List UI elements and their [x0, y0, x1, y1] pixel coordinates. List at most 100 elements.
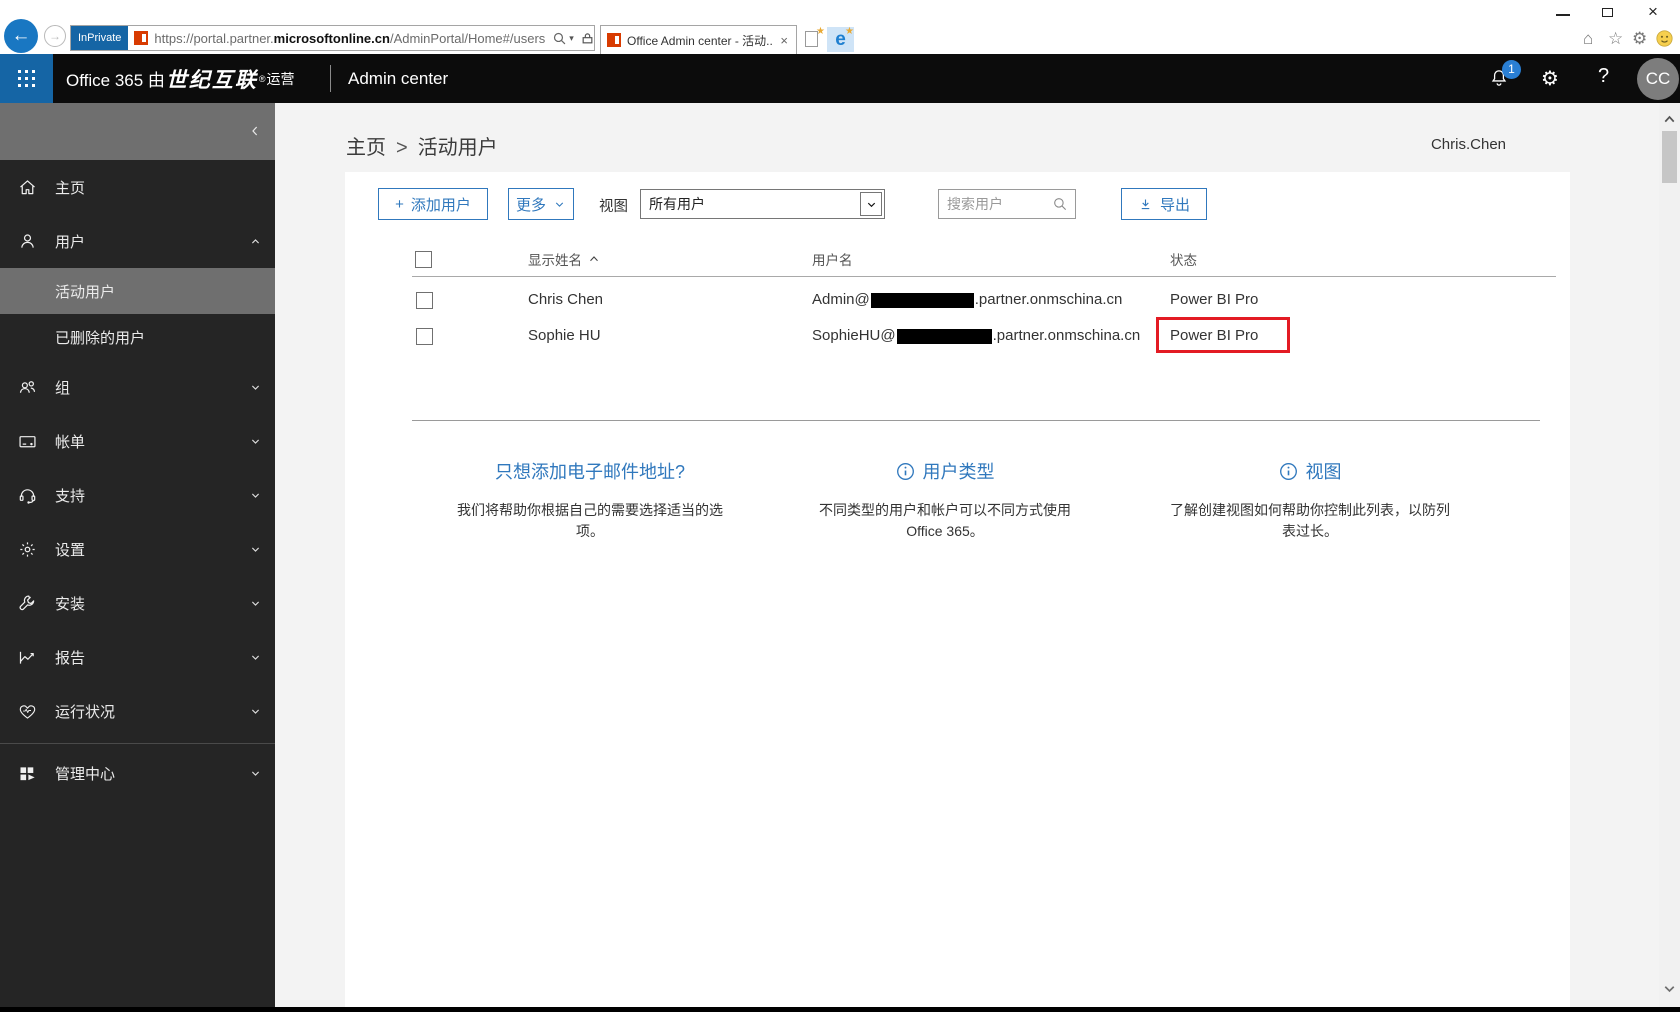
breadcrumb-separator: >	[396, 137, 408, 159]
card-user-types-link[interactable]: 用户类型	[785, 458, 1105, 484]
home-icon	[17, 177, 38, 198]
close-window-button[interactable]: ×	[1648, 2, 1658, 22]
search-icon[interactable]: ▾	[552, 31, 574, 46]
scroll-down-icon[interactable]	[1661, 980, 1678, 997]
view-select-value: 所有用户	[649, 196, 705, 212]
minimize-button[interactable]	[1556, 14, 1570, 16]
people-icon	[17, 377, 38, 398]
sidebar-item-support[interactable]: 支持	[0, 468, 275, 522]
app-launcher-button[interactable]	[0, 54, 53, 103]
card-views: 视图 了解创建视图如何帮助你控制此列表，以防列表过长。	[1150, 458, 1470, 542]
sidebar-collapse-button[interactable]	[0, 103, 275, 160]
brand-title: Office 365 由世纪互联 ® 运营	[66, 68, 295, 92]
info-icon	[1279, 462, 1297, 480]
card-user-types-body: 不同类型的用户和帐户可以不同方式使用 Office 365。	[819, 502, 1071, 539]
row-checkbox[interactable]	[416, 292, 433, 309]
view-select[interactable]: 所有用户	[640, 189, 885, 219]
chevron-down-icon	[248, 704, 263, 719]
help-icon[interactable]: ?	[1598, 65, 1609, 88]
user-display-name[interactable]: Chris Chen	[528, 291, 603, 308]
chart-icon	[17, 647, 38, 668]
heart-pulse-icon	[17, 701, 38, 722]
forward-button[interactable]: →	[44, 25, 66, 47]
chevron-down-icon	[248, 488, 263, 503]
sidebar-item-deleted-users[interactable]: 已删除的用户	[0, 314, 275, 360]
sidebar-item-home[interactable]: 主页	[0, 160, 275, 214]
export-button[interactable]: 导出	[1121, 188, 1207, 220]
ie-home-icon[interactable]: ⌂	[1583, 29, 1593, 49]
suite-bar: Office 365 由世纪互联 ® 运营 Admin center 1 ⚙ ? C…	[0, 54, 1680, 103]
sidebar-item-admin-centers[interactable]: 管理中心	[0, 746, 275, 800]
user-status: Power BI Pro	[1170, 291, 1259, 308]
magnifier-icon[interactable]	[1052, 196, 1068, 212]
sidebar-item-groups[interactable]: 组	[0, 360, 275, 414]
chevron-down-icon	[555, 201, 564, 207]
redacted-text	[870, 292, 974, 308]
vertical-scrollbar[interactable]	[1659, 103, 1680, 1007]
more-button[interactable]: 更多	[508, 188, 574, 220]
browser-chrome: ← → InPrivate https://portal.partner.mic…	[0, 0, 1680, 54]
select-arrow-icon[interactable]	[860, 192, 882, 216]
breadcrumb: 主页 > 活动用户	[346, 131, 498, 160]
edge-star-icon: ★	[845, 26, 854, 37]
add-user-button[interactable]: + 添加用户	[378, 188, 488, 220]
suite-divider	[330, 65, 331, 92]
address-bar[interactable]: InPrivate https://portal.partner.microso…	[70, 25, 614, 51]
sidebar-item-users[interactable]: 用户	[0, 214, 275, 268]
column-header-status[interactable]: 状态	[1170, 249, 1197, 269]
inprivate-badge: InPrivate	[71, 26, 129, 50]
chevron-down-icon	[248, 434, 263, 449]
admin-centers-icon	[17, 763, 38, 784]
tab-close-icon[interactable]: ×	[778, 33, 790, 48]
scroll-up-icon[interactable]	[1661, 111, 1678, 128]
window-bottom-edge	[0, 1007, 1680, 1012]
wrench-icon	[17, 593, 38, 614]
waffle-icon	[18, 70, 35, 87]
person-icon	[17, 231, 38, 252]
ie-smiley-icon[interactable]	[1656, 30, 1673, 52]
chevron-left-icon	[252, 126, 258, 136]
new-tab-button[interactable]: ★	[801, 26, 825, 52]
card-add-email-body: 我们将帮助你根据自己的需要选择适当的选项。	[457, 502, 723, 539]
info-icon	[896, 462, 914, 480]
browser-tab[interactable]: Office Admin center - 活动... ×	[600, 25, 797, 54]
ie-favorites-icon[interactable]: ☆	[1608, 29, 1623, 49]
sidebar-item-setup[interactable]: 安装	[0, 576, 275, 630]
avatar[interactable]: CC	[1637, 58, 1679, 100]
select-all-checkbox[interactable]	[415, 251, 432, 268]
back-button[interactable]: ←	[4, 19, 38, 53]
card-add-email-link[interactable]: 只想添加电子邮件地址?	[430, 458, 750, 484]
chevron-up-icon	[248, 234, 263, 249]
url-text[interactable]: https://portal.partner.microsoftonline.c…	[154, 31, 545, 46]
breadcrumb-home-link[interactable]: 主页	[346, 137, 386, 159]
column-header-display-name[interactable]: 显示姓名	[528, 249, 601, 269]
card-views-body: 了解创建视图如何帮助你控制此列表，以防列表过长。	[1170, 502, 1450, 539]
card-views-link[interactable]: 视图	[1150, 458, 1470, 484]
user-display-name[interactable]: Sophie HU	[528, 327, 601, 344]
restore-button[interactable]	[1602, 5, 1618, 17]
sidebar-item-health[interactable]: 运行状况	[0, 684, 275, 738]
notification-badge: 1	[1502, 60, 1521, 79]
office-favicon	[134, 31, 149, 45]
admin-center-title: Admin center	[348, 68, 449, 88]
new-tab-star-icon: ★	[816, 26, 825, 37]
plus-icon: +	[395, 195, 404, 213]
account-name: Chris.Chen	[1430, 136, 1506, 153]
sidebar-item-active-users[interactable]: 活动用户	[0, 268, 275, 314]
ie-settings-icon[interactable]: ⚙	[1632, 29, 1647, 49]
settings-gear-icon[interactable]: ⚙	[1541, 66, 1559, 91]
sidebar-item-billing[interactable]: 帐单	[0, 414, 275, 468]
sidebar-divider	[0, 743, 275, 744]
card-add-email: 只想添加电子邮件地址? 我们将帮助你根据自己的需要选择适当的选项。	[430, 458, 750, 542]
row-checkbox[interactable]	[416, 328, 433, 345]
sidebar-item-reports[interactable]: 报告	[0, 630, 275, 684]
open-with-edge-button[interactable]: e ★	[827, 26, 854, 52]
column-header-username[interactable]: 用户名	[812, 249, 853, 269]
scrollbar-thumb[interactable]	[1662, 131, 1677, 183]
user-status: Power BI Pro	[1170, 327, 1259, 344]
search-user-input[interactable]	[947, 196, 1052, 212]
chevron-down-icon	[248, 650, 263, 665]
sidebar-item-settings[interactable]: 设置	[0, 522, 275, 576]
view-label: 视图	[599, 199, 628, 215]
search-caret-icon[interactable]: ▾	[569, 33, 574, 44]
